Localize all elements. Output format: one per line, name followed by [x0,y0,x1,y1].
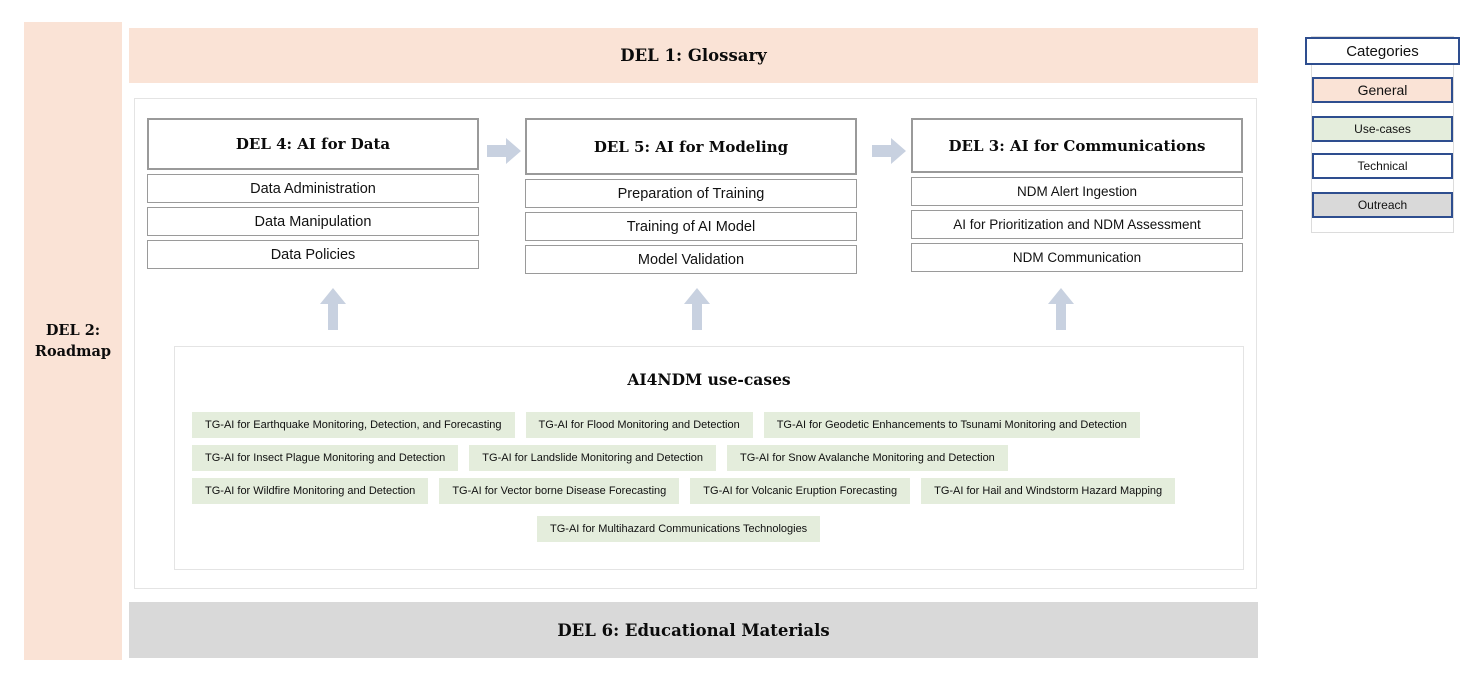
pillar-del5-ai-for-modeling: DEL 5: AI for Modeling Preparation of Tr… [525,118,857,274]
usecase-tag[interactable]: TG-AI for Earthquake Monitoring, Detecti… [192,412,515,438]
pillar-del4-header: DEL 4: AI for Data [147,118,479,170]
usecases-title: AI4NDM use-cases [627,370,791,389]
pillar-del3-ai-for-communications: DEL 3: AI for Communications NDM Alert I… [911,118,1243,272]
arrow-up-icon-usecases-to-data [320,288,346,330]
usecase-row-4: TG-AI for Multihazard Communications Tec… [537,516,821,542]
usecase-tag[interactable]: TG-AI for Flood Monitoring and Detection [525,412,753,438]
arrow-up-icon-usecases-to-modeling [684,288,710,330]
legend-item-use-cases[interactable]: Use-cases [1312,116,1453,142]
pillar-del3-item-2: AI for Prioritization and NDM Assessment [911,210,1243,239]
arrow-right-icon-data-to-modeling [487,138,521,164]
pillar-del5-item-1: Preparation of Training [525,179,857,208]
usecase-tag[interactable]: TG-AI for Wildfire Monitoring and Detect… [192,478,429,504]
usecase-row-3: TG-AI for Wildfire Monitoring and Detect… [192,478,1176,504]
pillar-del4-item-1: Data Administration [147,174,479,203]
usecase-tag[interactable]: TG-AI for Insect Plague Monitoring and D… [192,445,459,471]
del2-roadmap-sidebar: DEL 2: Roadmap [24,22,122,660]
legend-item-technical[interactable]: Technical [1312,153,1453,179]
pillar-del5-item-1-label: Preparation of Training [617,185,765,202]
usecase-tag[interactable]: TG-AI for Hail and Windstorm Hazard Mapp… [921,478,1176,504]
pillar-del5-title: DEL 5: AI for Modeling [593,137,789,156]
usecase-row-2: TG-AI for Insect Plague Monitoring and D… [192,445,1008,471]
pillar-del4-ai-for-data: DEL 4: AI for Data Data Administration D… [147,118,479,269]
del6-educational-materials-label: DEL 6: Educational Materials [557,620,830,640]
usecase-tag[interactable]: TG-AI for Geodetic Enhancements to Tsuna… [763,412,1140,438]
usecase-tag[interactable]: TG-AI for Multihazard Communications Tec… [537,516,821,542]
pillar-del5-item-3-label: Model Validation [637,251,745,268]
pillar-del3-item-1-label: NDM Alert Ingestion [1016,184,1138,199]
categories-legend-title: Categories [1305,37,1460,65]
legend-item-general[interactable]: General [1312,77,1453,103]
pillar-del3-item-2-label: AI for Prioritization and NDM Assessment [953,217,1201,232]
pillar-del4-item-2: Data Manipulation [147,207,479,236]
del2-line-2: Roadmap [34,343,112,360]
diagram-canvas: DEL 2: Roadmap DEL 1: Glossary DEL 4: AI… [0,0,1463,681]
del6-educational-materials-banner: DEL 6: Educational Materials [129,602,1258,658]
pillar-del3-item-1: NDM Alert Ingestion [911,177,1243,206]
pillar-del3-header: DEL 3: AI for Communications [911,118,1243,173]
usecase-tag[interactable]: TG-AI for Vector borne Disease Forecasti… [439,478,680,504]
pillar-del5-item-2-label: Training of AI Model [626,218,756,235]
del2-roadmap-label: DEL 2: Roadmap [35,320,111,362]
usecase-tag[interactable]: TG-AI for Snow Avalanche Monitoring and … [727,445,1008,471]
pillar-del3-item-3: NDM Communication [911,243,1243,272]
pillar-del3-item-3-label: NDM Communication [1012,250,1142,265]
usecase-row-1: TG-AI for Earthquake Monitoring, Detecti… [192,412,1140,438]
legend-item-outreach[interactable]: Outreach [1312,192,1453,218]
pillar-del4-item-2-label: Data Manipulation [254,213,372,230]
pillar-del4-item-3: Data Policies [147,240,479,269]
pillar-del4-item-3-label: Data Policies [270,246,356,263]
pillar-del5-header: DEL 5: AI for Modeling [525,118,857,175]
arrow-right-icon-modeling-to-communications [872,138,906,164]
del2-line-1: DEL 2: [45,321,101,339]
pillar-del3-title: DEL 3: AI for Communications [948,136,1206,155]
pillar-del4-item-1-label: Data Administration [250,180,376,197]
arrow-up-icon-usecases-to-communications [1048,288,1074,330]
del1-glossary-label: DEL 1: Glossary [620,46,767,65]
pillar-del5-item-2: Training of AI Model [525,212,857,241]
del1-glossary-banner: DEL 1: Glossary [129,28,1258,83]
usecase-tag[interactable]: TG-AI for Landslide Monitoring and Detec… [469,445,717,471]
pillar-del5-item-3: Model Validation [525,245,857,274]
usecase-tag[interactable]: TG-AI for Volcanic Eruption Forecasting [690,478,911,504]
pillar-del4-title: DEL 4: AI for Data [235,135,391,153]
